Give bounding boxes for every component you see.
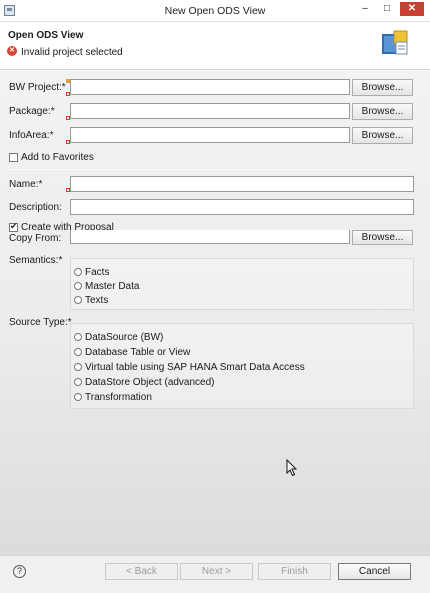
package-browse-button[interactable]: Browse... (352, 103, 413, 120)
required-marker-icon (66, 116, 70, 120)
separator (8, 169, 414, 170)
source-database-table-label: Database Table or View (85, 347, 191, 358)
semantics-master-data-label: Master Data (85, 281, 140, 292)
required-marker-icon (66, 188, 70, 192)
bw-project-label: BW Project:* (9, 82, 66, 93)
finish-button[interactable]: Finish (258, 563, 331, 580)
required-marker-icon (66, 140, 70, 144)
package-input[interactable] (70, 103, 350, 119)
source-transformation-label: Transformation (85, 392, 152, 403)
required-marker-icon (66, 92, 70, 96)
dialog-footer: ? < Back Next > Finish Cancel (0, 555, 430, 593)
copy-from-label: Copy From: (9, 233, 62, 244)
semantics-texts-radio[interactable] (74, 296, 82, 304)
add-to-favorites-checkbox[interactable] (9, 153, 18, 162)
mouse-cursor-icon (286, 459, 298, 477)
next-button[interactable]: Next > (180, 563, 253, 580)
dialog-header: Open ODS View ✕ Invalid project selected (0, 22, 430, 70)
semantics-texts-label: Texts (85, 295, 109, 306)
semantics-facts-label: Facts (85, 267, 110, 278)
close-icon[interactable]: ✕ (400, 2, 424, 16)
source-transformation-radio[interactable] (74, 393, 82, 401)
window-title-bar: New Open ODS View – □ ✕ (0, 0, 430, 22)
copy-from-browse-button[interactable]: Browse... (352, 230, 413, 245)
error-message: Invalid project selected (21, 47, 123, 58)
description-input[interactable] (70, 199, 414, 215)
source-datastore-object-radio[interactable] (74, 378, 82, 386)
dialog-body: BW Project:* Browse... Package:* Browse.… (0, 71, 430, 555)
bw-project-input[interactable] (70, 79, 350, 95)
error-icon: ✕ (7, 46, 17, 56)
create-with-proposal-checkbox[interactable] (9, 221, 18, 232)
maximize-icon[interactable]: □ (378, 2, 396, 16)
cancel-button[interactable]: Cancel (338, 563, 411, 580)
source-datastore-object-label: DataStore Object (advanced) (85, 377, 215, 388)
source-datasource-label: DataSource (BW) (85, 332, 164, 343)
semantics-label: Semantics:* (9, 255, 63, 266)
source-virtual-table-label: Virtual table using SAP HANA Smart Data … (85, 362, 305, 373)
infoarea-browse-button[interactable]: Browse... (352, 127, 413, 144)
infoarea-label: InfoArea:* (9, 130, 54, 141)
bw-project-browse-button[interactable]: Browse... (352, 79, 413, 96)
wizard-banner-icon (382, 30, 408, 55)
add-to-favorites-label: Add to Favorites (21, 152, 94, 163)
dialog-title: Open ODS View (8, 30, 84, 41)
semantics-master-data-radio[interactable] (74, 282, 82, 290)
semantics-facts-radio[interactable] (74, 268, 82, 276)
package-label: Package:* (9, 106, 55, 117)
source-datasource-radio[interactable] (74, 333, 82, 341)
source-database-table-radio[interactable] (74, 348, 82, 356)
description-label: Description: (9, 202, 62, 213)
infoarea-input[interactable] (70, 127, 350, 143)
help-icon[interactable]: ? (13, 565, 26, 578)
name-label: Name:* (9, 179, 43, 190)
source-type-label: Source Type:* (9, 317, 72, 328)
minimize-icon[interactable]: – (356, 2, 374, 16)
source-virtual-table-radio[interactable] (74, 363, 82, 371)
copy-from-input[interactable] (70, 230, 350, 244)
name-input[interactable] (70, 176, 414, 192)
back-button[interactable]: < Back (105, 563, 178, 580)
